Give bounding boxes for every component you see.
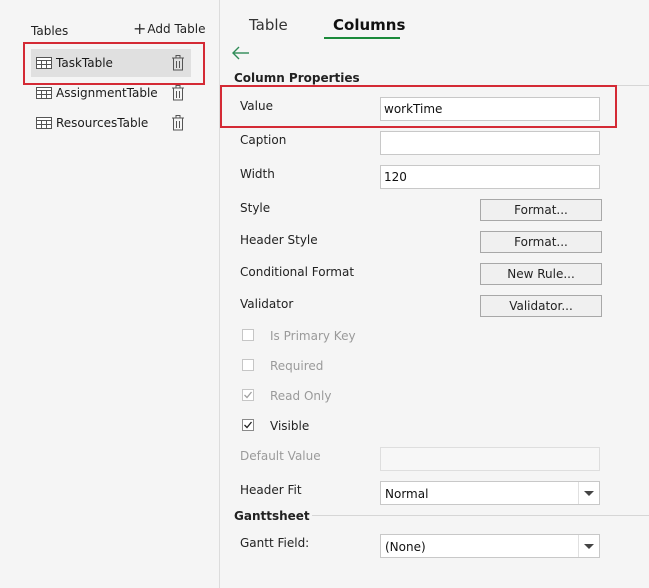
dropdown-button[interactable] bbox=[578, 482, 599, 504]
gantt-field-value: (None) bbox=[385, 540, 426, 554]
table-grid-icon bbox=[36, 117, 52, 129]
chevron-down-icon bbox=[584, 491, 594, 496]
visible-label: Visible bbox=[270, 419, 310, 433]
tables-header: Tables bbox=[31, 24, 69, 38]
read-only-checkbox[interactable] bbox=[242, 389, 254, 401]
table-item-label: AssignmentTable bbox=[56, 86, 158, 100]
section-divider bbox=[312, 515, 649, 516]
validator-label: Validator bbox=[240, 297, 294, 311]
tab-table[interactable]: Table bbox=[249, 16, 288, 34]
dropdown-button[interactable] bbox=[578, 535, 599, 557]
width-label: Width bbox=[240, 167, 275, 181]
default-value-label: Default Value bbox=[240, 449, 321, 463]
header-style-label: Header Style bbox=[240, 233, 318, 247]
back-arrow-icon[interactable] bbox=[232, 46, 250, 60]
new-rule-button[interactable]: New Rule... bbox=[480, 263, 602, 285]
tab-columns[interactable]: Columns bbox=[333, 16, 405, 34]
header-fit-select[interactable]: Normal bbox=[380, 481, 600, 505]
chevron-down-icon bbox=[584, 544, 594, 549]
active-tab-indicator bbox=[324, 37, 400, 39]
table-grid-icon bbox=[36, 87, 52, 99]
style-format-button[interactable]: Format... bbox=[480, 199, 602, 221]
checkmark-icon bbox=[244, 391, 253, 399]
caption-label: Caption bbox=[240, 133, 287, 147]
read-only-label: Read Only bbox=[270, 389, 332, 403]
highlight-box-selected-table bbox=[23, 42, 205, 85]
table-item-resourcestable[interactable]: ResourcesTable bbox=[31, 109, 191, 137]
header-style-format-button[interactable]: Format... bbox=[480, 231, 602, 253]
plus-icon: + bbox=[133, 19, 147, 38]
header-fit-label: Header Fit bbox=[240, 483, 302, 497]
header-fit-value: Normal bbox=[385, 487, 429, 501]
is-primary-key-checkbox[interactable] bbox=[242, 329, 254, 341]
add-table-button[interactable]: + Add Table bbox=[133, 19, 206, 38]
default-value-input[interactable] bbox=[380, 447, 600, 471]
checkmark-icon bbox=[244, 421, 253, 429]
gantt-field-label: Gantt Field: bbox=[240, 536, 310, 550]
highlight-box-value bbox=[220, 85, 617, 128]
validator-button[interactable]: Validator... bbox=[480, 295, 602, 317]
caption-input[interactable] bbox=[380, 131, 600, 155]
trash-icon[interactable] bbox=[171, 85, 185, 101]
visible-checkbox[interactable] bbox=[242, 419, 254, 431]
trash-icon[interactable] bbox=[171, 115, 185, 131]
properties-panel: Table Columns Column Properties Value wo… bbox=[220, 0, 649, 588]
width-input[interactable]: 120 bbox=[380, 165, 600, 189]
table-item-label: ResourcesTable bbox=[56, 116, 149, 130]
required-checkbox[interactable] bbox=[242, 359, 254, 371]
style-label: Style bbox=[240, 201, 271, 215]
column-properties-title: Column Properties bbox=[234, 71, 360, 85]
tables-sidebar: Tables + Add Table TaskTable AssignmentT… bbox=[0, 0, 220, 588]
is-primary-key-label: Is Primary Key bbox=[270, 329, 356, 343]
conditional-format-label: Conditional Format bbox=[240, 265, 355, 279]
gantt-field-select[interactable]: (None) bbox=[380, 534, 600, 558]
ganttsheet-title: Ganttsheet bbox=[234, 509, 310, 523]
required-label: Required bbox=[270, 359, 324, 373]
add-table-label: Add Table bbox=[147, 22, 206, 36]
